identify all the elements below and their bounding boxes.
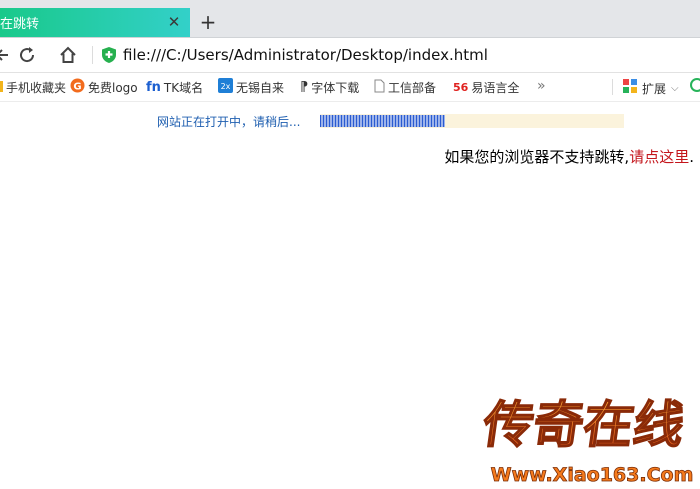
bookmark-item[interactable]: 2x 无锡自来: [218, 78, 285, 96]
svg-text:2x: 2x: [221, 82, 231, 91]
bookmarks-bar: 手机收藏夹 G 免费logo fn TK域名 2x 无锡自来 ⁋ 字体下载 工信…: [0, 73, 700, 102]
bookmark-label: 易语言全: [471, 80, 520, 95]
g-logo-icon: G: [70, 78, 85, 96]
folder-icon: [0, 79, 3, 96]
home-icon[interactable]: [58, 45, 78, 65]
redirect-message: 如果您的浏览器不支持跳转,请点这里.: [444, 146, 694, 167]
bookmark-item[interactable]: 工信部备: [374, 79, 436, 95]
bookmark-label: 手机收藏夹: [6, 80, 67, 95]
shield-icon[interactable]: [101, 46, 117, 64]
svg-text:G: G: [73, 82, 81, 93]
watermark-title: 传奇在线: [480, 395, 688, 454]
page-icon: [374, 79, 385, 96]
bookmark-label: TK域名: [163, 80, 204, 95]
extensions-label: 扩展: [642, 81, 667, 96]
tab-strip: 在跳转 ✕ +: [0, 0, 700, 38]
redirect-link[interactable]: 请点这里: [629, 148, 689, 166]
redirect-suffix: .: [689, 148, 694, 166]
extensions-grid-icon: [623, 79, 638, 97]
redirect-prefix: 如果您的浏览器不支持跳转,: [444, 148, 630, 166]
extensions-button[interactable]: 扩展 ⌵: [623, 79, 679, 97]
bookmarks-divider: [612, 79, 613, 95]
extension-icon[interactable]: [690, 78, 700, 92]
bookmark-item[interactable]: ⁋ 字体下载: [300, 79, 359, 95]
bookmark-label: 字体下载: [311, 80, 360, 95]
56-logo-icon: 56: [453, 80, 469, 94]
url-field[interactable]: file:///C:/Users/Administrator/Desktop/i…: [123, 45, 488, 65]
progress-bar-fill: [320, 115, 445, 127]
bookmark-label: 工信部备: [388, 80, 437, 95]
watermark-site: Www.Xiao163.Com: [491, 464, 694, 486]
bookmark-item[interactable]: fn TK域名: [146, 79, 203, 95]
app-logo-icon: 2x: [218, 78, 233, 96]
address-toolbar: file:///C:/Users/Administrator/Desktop/i…: [0, 38, 700, 73]
bookmark-label: 无锡自来: [236, 80, 285, 95]
loading-text: 网站正在打开中，请稍后...: [157, 114, 301, 129]
tab-title: 在跳转: [0, 17, 40, 32]
new-tab-button[interactable]: +: [199, 12, 217, 32]
active-tab[interactable]: 在跳转 ✕: [0, 8, 190, 37]
bookmark-item[interactable]: G 免费logo: [70, 78, 138, 96]
close-icon[interactable]: ✕: [166, 14, 182, 30]
progress-bar: [320, 114, 624, 128]
back-arrow-icon[interactable]: [0, 45, 14, 65]
reload-icon[interactable]: [17, 45, 37, 65]
loading-row: 网站正在打开中，请稍后...: [157, 113, 300, 129]
toolbar-divider: [92, 46, 93, 64]
bookmark-item[interactable]: 手机收藏夹: [0, 79, 66, 95]
fn-logo-icon: fn: [146, 79, 161, 95]
bookmark-label: 免费logo: [88, 80, 138, 95]
watermark-logo: 传奇在线 Www.Xiao163.Com: [480, 394, 694, 486]
chevron-down-icon: ⌵: [671, 82, 679, 94]
bookmark-item[interactable]: 56 易语言全: [453, 79, 519, 95]
more-bookmarks-icon[interactable]: »: [537, 78, 546, 94]
font-icon: ⁋: [300, 79, 309, 95]
